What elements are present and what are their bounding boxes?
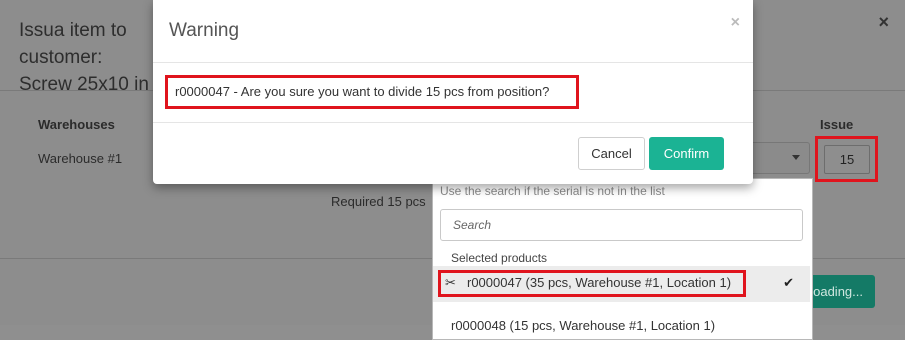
issue-modal-title: Issua item to customer: Screw 25x10 in: [19, 20, 149, 95]
issue-input-highlight: 15: [815, 136, 878, 182]
caret-down-icon: [792, 155, 800, 160]
close-icon[interactable]: ×: [878, 12, 889, 33]
warning-dialog-header: Warning ×: [153, 0, 753, 63]
selected-item-label: r0000047 (35 pcs, Warehouse #1, Location…: [467, 275, 732, 290]
warning-title: Warning: [169, 20, 240, 41]
dropdown-hint: Use the search if the serial is not in t…: [440, 184, 665, 198]
close-icon[interactable]: ×: [731, 14, 740, 32]
warning-footer-divider: [153, 122, 753, 123]
list-item-selected[interactable]: ✂ r0000047 (35 pcs, Warehouse #1, Locati…: [433, 266, 810, 302]
group-label: Selected products: [451, 251, 548, 265]
search-placeholder: Search: [453, 218, 492, 232]
issue-header: Issue: [820, 117, 854, 132]
required-text: Required 15 pcs: [331, 194, 426, 209]
checkmark-icon: ✔: [783, 275, 794, 290]
serial-dropdown: Use the search if the serial is not in t…: [432, 178, 813, 340]
warehouses-header: Warehouses: [38, 117, 115, 132]
issue-quantity-input[interactable]: 15: [824, 145, 870, 174]
confirm-button[interactable]: Confirm: [649, 137, 724, 170]
warning-message-highlight: r0000047 - Are you sure you want to divi…: [165, 75, 579, 109]
warehouse-name: Warehouse #1: [38, 151, 123, 166]
warning-message: r0000047 - Are you sure you want to divi…: [175, 84, 550, 99]
list-item[interactable]: r0000048 (15 pcs, Warehouse #1, Location…: [451, 318, 715, 333]
scissors-icon: ✂: [445, 275, 456, 290]
cancel-button[interactable]: Cancel: [578, 137, 645, 170]
warning-dialog: Warning × r0000047 - Are you sure you wa…: [153, 0, 753, 184]
search-input[interactable]: Search: [440, 209, 803, 241]
